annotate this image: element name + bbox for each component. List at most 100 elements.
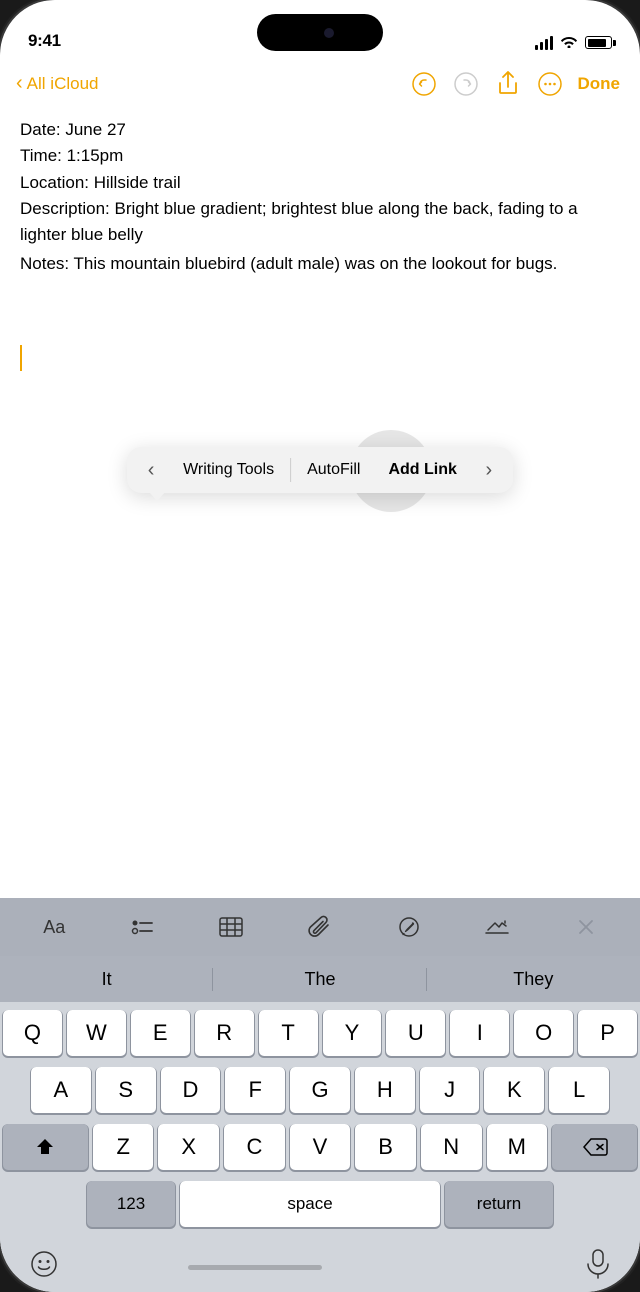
toolbar-autofill-label: AutoFill [307, 461, 360, 479]
space-key-label: space [287, 1194, 332, 1214]
keyboard-attachment-button[interactable] [299, 906, 341, 948]
keyboard-bottom-bar [0, 1242, 640, 1292]
key-L[interactable]: L [549, 1067, 609, 1113]
toolbar-add-link-button[interactable]: Add Link [374, 452, 470, 488]
key-S[interactable]: S [96, 1067, 156, 1113]
toolbar-next-button[interactable]: › [471, 452, 507, 488]
predictive-item-2[interactable]: The [213, 956, 426, 1002]
nav-back-button[interactable]: ‹ All iCloud [16, 73, 98, 95]
done-button[interactable]: Done [574, 74, 625, 94]
keyboard-font-button[interactable]: Aa [33, 906, 75, 948]
key-A[interactable]: A [31, 1067, 91, 1113]
key-D[interactable]: D [161, 1067, 221, 1113]
undo-button[interactable] [406, 66, 442, 102]
attachment-icon [308, 914, 332, 940]
note-line-date: Date: June 27 [20, 117, 620, 143]
key-W[interactable]: W [67, 1010, 126, 1056]
toolbar-divider-1 [290, 458, 291, 482]
key-G[interactable]: G [290, 1067, 350, 1113]
mic-button[interactable] [586, 1249, 610, 1286]
key-row-1: Q W E R T Y U I O P [3, 1010, 637, 1056]
keyboard-table-button[interactable] [210, 906, 252, 948]
key-K[interactable]: K [484, 1067, 544, 1113]
key-M[interactable]: M [487, 1124, 548, 1170]
key-Q[interactable]: Q [3, 1010, 62, 1056]
key-C[interactable]: C [224, 1124, 285, 1170]
dynamic-island-camera [324, 28, 334, 38]
phone-screen: 9:41 [0, 0, 640, 1292]
return-key[interactable]: return [445, 1181, 553, 1227]
back-chevron-icon: ‹ [16, 72, 23, 95]
status-time: 9:41 [28, 31, 61, 51]
key-J[interactable]: J [420, 1067, 480, 1113]
close-icon [576, 917, 596, 937]
toolbar-writing-tools-label: Writing Tools [183, 461, 274, 479]
share-button[interactable] [490, 66, 526, 102]
key-P[interactable]: P [578, 1010, 637, 1056]
nav-back-label: All iCloud [27, 74, 99, 94]
key-N[interactable]: N [421, 1124, 482, 1170]
note-line-location: Location: Hillside trail [20, 170, 620, 196]
keyboard-markup-button[interactable] [476, 906, 518, 948]
key-X[interactable]: X [158, 1124, 219, 1170]
predictive-bar: It The They [0, 956, 640, 1002]
phone-shell: 9:41 [0, 0, 640, 1292]
toolbar-popup: ‹ Writing Tools AutoFill Add Link › [127, 447, 513, 493]
text-cursor [20, 345, 22, 371]
key-U[interactable]: U [386, 1010, 445, 1056]
note-line-notes: Notes: This mountain bluebird (adult mal… [20, 251, 620, 277]
battery-icon [585, 36, 612, 49]
num-key[interactable]: 123 [87, 1181, 175, 1227]
key-T[interactable]: T [259, 1010, 318, 1056]
num-key-label: 123 [117, 1194, 145, 1214]
format-list-icon [130, 916, 156, 938]
keyboard-draw-button[interactable] [388, 906, 430, 948]
toolbar-autofill-button[interactable]: AutoFill [293, 452, 374, 488]
home-indicator [188, 1265, 322, 1270]
note-line-time: Time: 1:15pm [20, 143, 620, 169]
nav-actions: Done [406, 66, 625, 102]
wifi-icon [560, 34, 578, 51]
key-B[interactable]: B [355, 1124, 416, 1170]
keyboard-rows: Q W E R T Y U I O P A S D F G [0, 1002, 640, 1242]
key-Z[interactable]: Z [93, 1124, 154, 1170]
return-key-label: return [477, 1194, 521, 1214]
shift-key[interactable] [3, 1124, 88, 1170]
markup-icon [483, 914, 511, 940]
key-row-3: Z X C V B N M [3, 1124, 637, 1170]
keyboard-close-button[interactable] [565, 906, 607, 948]
delete-key[interactable] [552, 1124, 637, 1170]
keyboard-format-list-button[interactable] [122, 906, 164, 948]
font-icon: Aa [43, 917, 65, 938]
status-icons [535, 34, 612, 51]
key-H[interactable]: H [355, 1067, 415, 1113]
nav-bar: ‹ All iCloud [0, 59, 640, 109]
predictive-item-3[interactable]: They [427, 956, 640, 1002]
note-content: Date: June 27 Time: 1:15pm Location: Hil… [0, 109, 640, 293]
redo-button[interactable] [448, 66, 484, 102]
key-Y[interactable]: Y [323, 1010, 382, 1056]
more-button[interactable] [532, 66, 568, 102]
predictive-item-1[interactable]: It [0, 956, 213, 1002]
keyboard-wrapper: Aa [0, 898, 640, 1292]
key-O[interactable]: O [514, 1010, 573, 1056]
toolbar-next-icon: › [486, 459, 493, 482]
emoji-button[interactable] [30, 1250, 58, 1285]
key-I[interactable]: I [450, 1010, 509, 1056]
dynamic-island [257, 14, 383, 51]
key-V[interactable]: V [290, 1124, 351, 1170]
note-line-desc: Description: Bright blue gradient; brigh… [20, 196, 620, 249]
key-row-bottom: 123 space return [3, 1181, 637, 1227]
draw-icon [396, 914, 422, 940]
note-text: Date: June 27 Time: 1:15pm Location: Hil… [20, 117, 620, 277]
space-key[interactable]: space [180, 1181, 440, 1227]
toolbar-prev-icon: ‹ [148, 459, 155, 482]
key-R[interactable]: R [195, 1010, 254, 1056]
toolbar-writing-tools-button[interactable]: Writing Tools [169, 452, 288, 488]
toolbar-prev-button[interactable]: ‹ [133, 452, 169, 488]
key-E[interactable]: E [131, 1010, 190, 1056]
key-F[interactable]: F [225, 1067, 285, 1113]
keyboard-toolbar: Aa [0, 898, 640, 956]
toolbar-add-link-label: Add Link [388, 461, 456, 479]
table-icon [218, 916, 244, 938]
